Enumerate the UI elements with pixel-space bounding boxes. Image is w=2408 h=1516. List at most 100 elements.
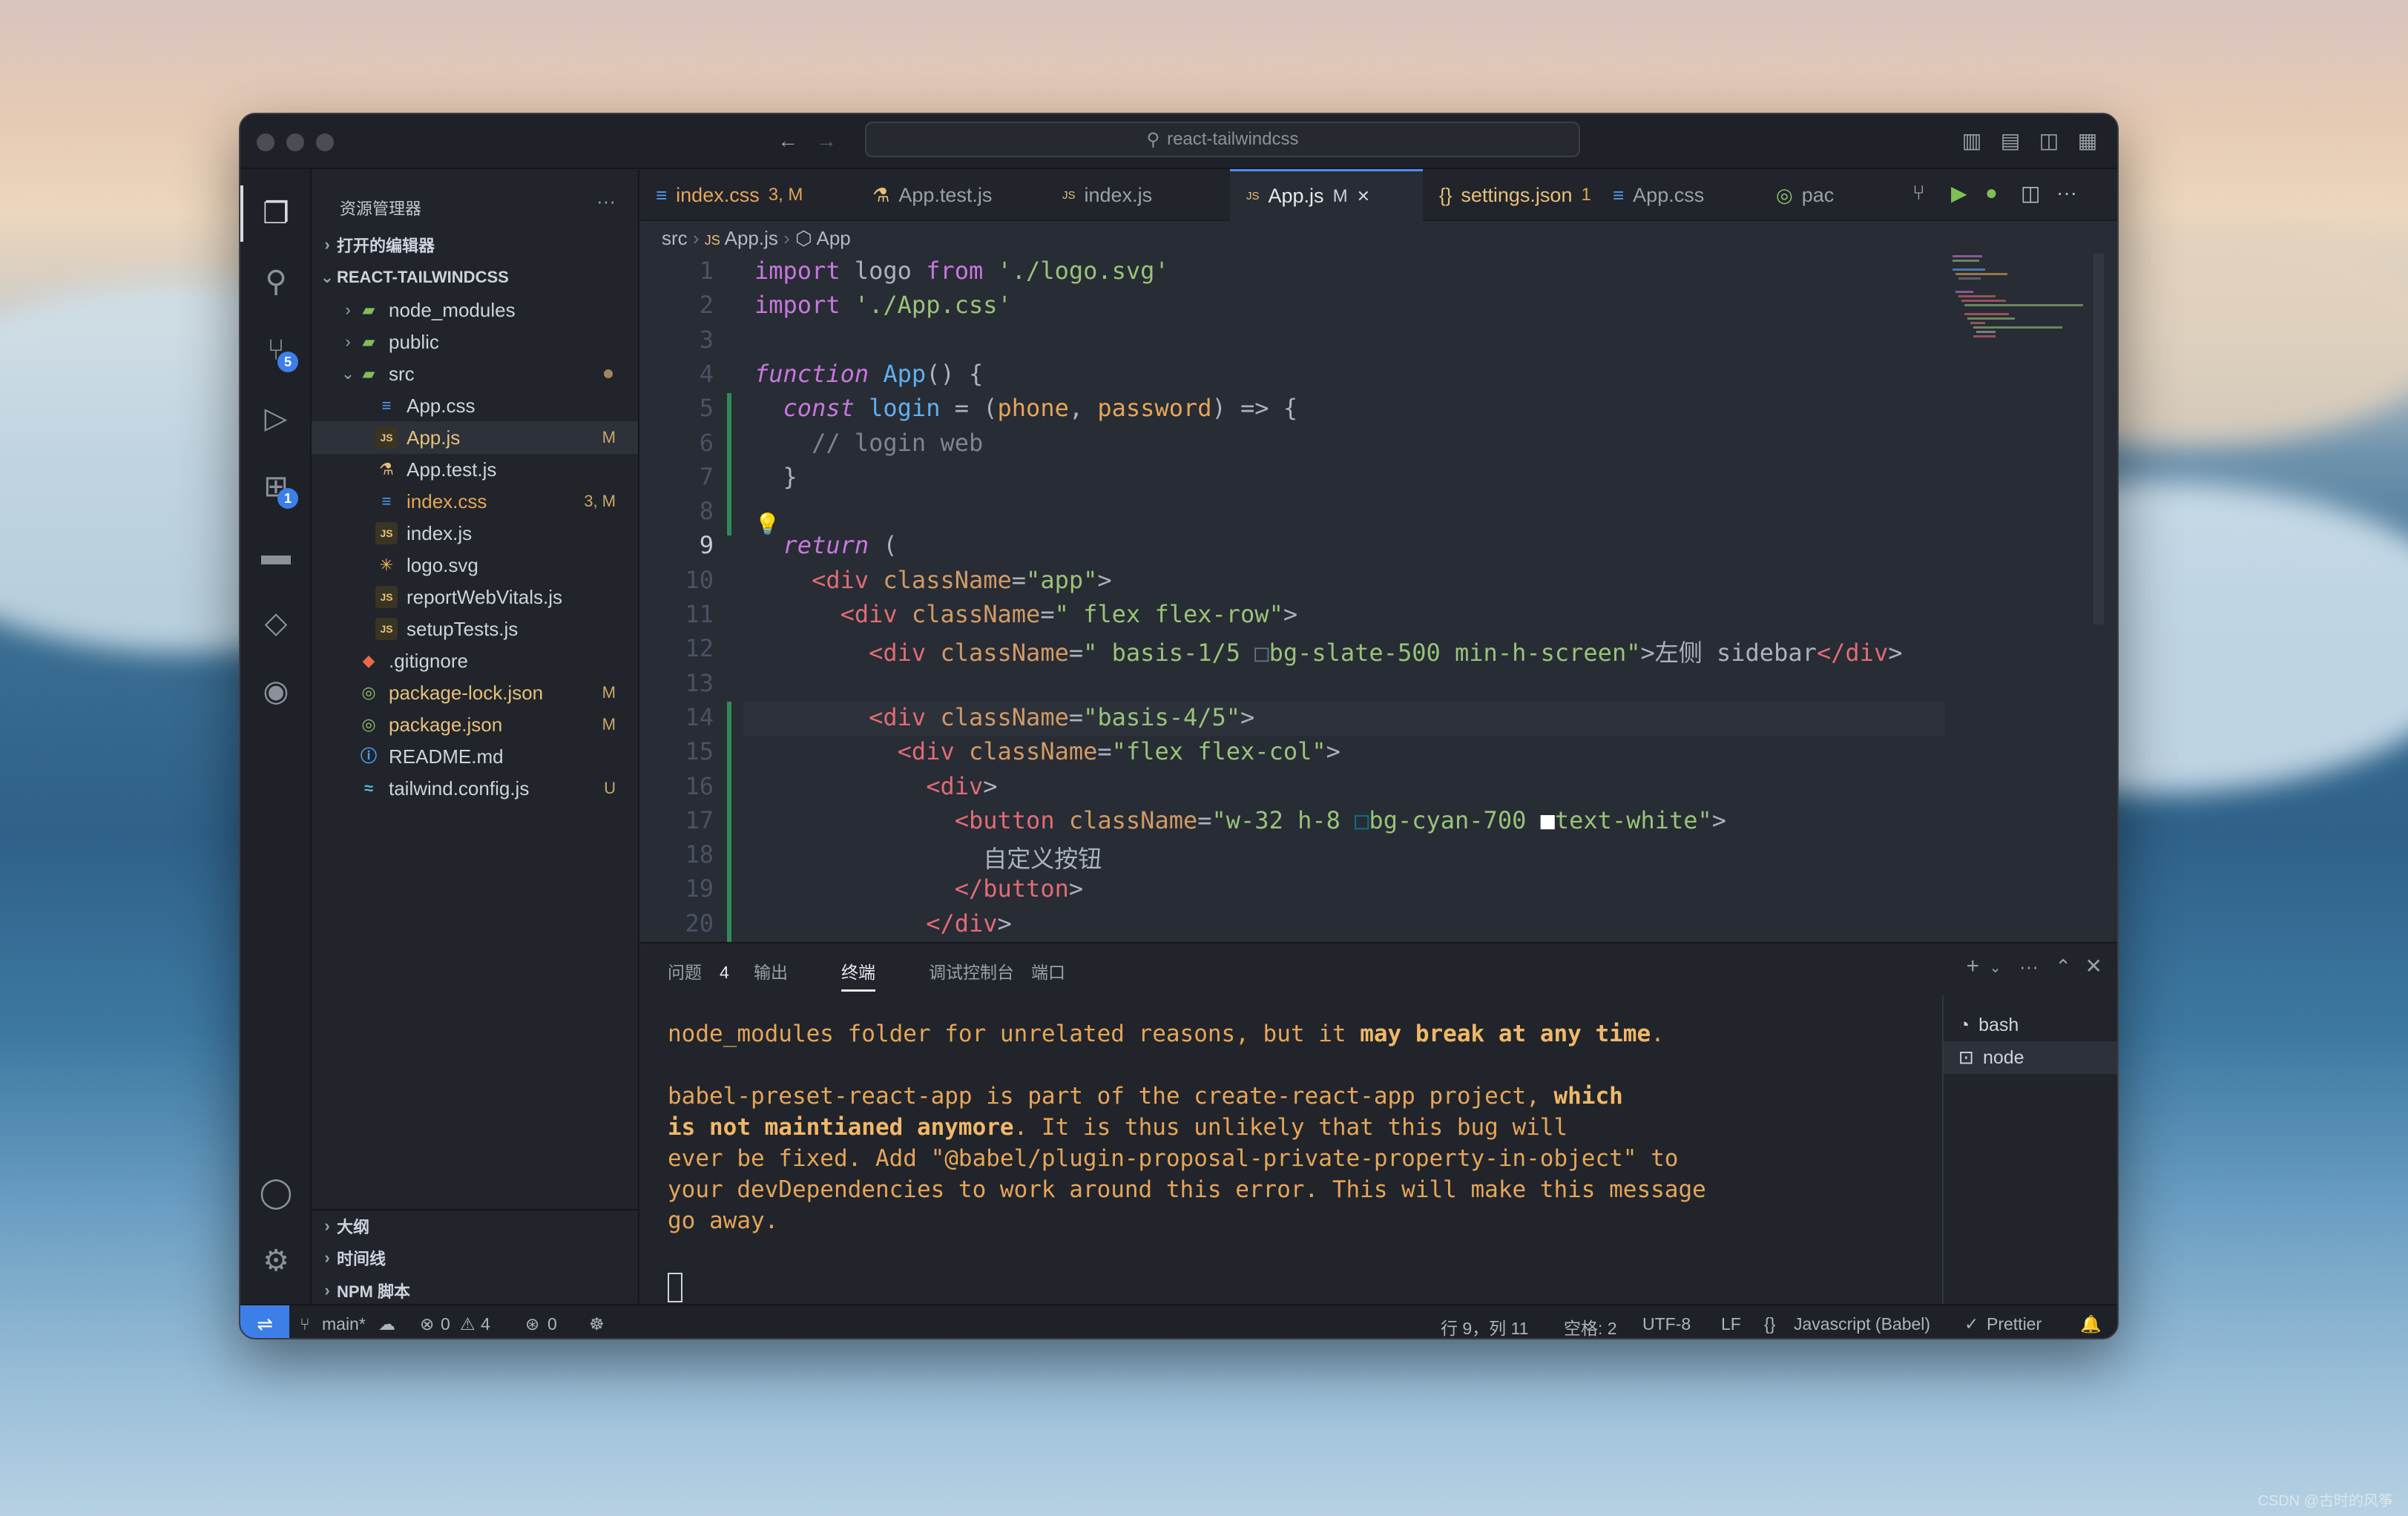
account-icon[interactable]: ◯ bbox=[257, 1173, 295, 1212]
file-tree-item-label: tailwind.config.js bbox=[389, 777, 530, 800]
project-section[interactable]: ⌄ REACT-TAILWINDCSS bbox=[312, 261, 638, 294]
minimap[interactable] bbox=[1953, 254, 2090, 350]
language-mode[interactable]: Javascript (Babel) bbox=[1794, 1314, 1930, 1334]
indentation[interactable]: 空格: 2 bbox=[1564, 1314, 1617, 1338]
editor-tab[interactable]: ≡ App.css bbox=[1596, 169, 1760, 221]
back-arrow-icon[interactable]: ← bbox=[776, 129, 800, 153]
copilot-icon[interactable]: ◉ bbox=[257, 672, 295, 711]
file-tree-item[interactable]: JS App.js M bbox=[312, 421, 638, 454]
copilot-status-icon[interactable]: ☸ bbox=[589, 1314, 605, 1334]
run-icon[interactable]: ▶ bbox=[1951, 181, 1967, 205]
maximize-window-button[interactable] bbox=[316, 134, 334, 151]
editor-tab[interactable]: ⚗ App.test.js bbox=[856, 169, 1046, 221]
remote-indicator-icon[interactable]: ⇌ bbox=[240, 1305, 289, 1338]
breadcrumb-symbol[interactable]: App bbox=[817, 227, 851, 249]
file-tree-item[interactable]: ⚗ App.test.js bbox=[312, 453, 638, 486]
minimize-window-button[interactable] bbox=[286, 134, 304, 151]
panel-tab[interactable]: 终端 bbox=[841, 958, 875, 992]
run-debug-icon[interactable]: ▷ bbox=[257, 399, 295, 438]
file-tree-item[interactable]: ≈ tailwind.config.js U bbox=[312, 772, 638, 805]
code-token: className bbox=[954, 737, 1098, 766]
git-status-badge: 3, M bbox=[584, 492, 616, 510]
file-tree-item[interactable]: ◎ package.json M bbox=[312, 708, 638, 741]
line-number: 20 bbox=[685, 909, 714, 937]
more-actions-icon[interactable]: ··· bbox=[596, 190, 616, 213]
breadcrumb-folder[interactable]: src bbox=[662, 227, 688, 249]
file-tree-item[interactable]: JS setupTests.js bbox=[312, 613, 638, 645]
toggle-sidebar-icon[interactable]: ▥ bbox=[1960, 129, 1984, 153]
close-window-button[interactable] bbox=[257, 134, 274, 151]
source-control-icon[interactable]: ⑂ 5 bbox=[257, 331, 298, 372]
terminal-text: . It is thus unlikely that this bug will bbox=[1013, 1114, 1568, 1141]
forward-arrow-icon[interactable]: → bbox=[815, 129, 838, 153]
panel-tab[interactable]: 调试控制台 bbox=[929, 958, 1014, 983]
docker-icon[interactable]: ▬ bbox=[257, 535, 295, 574]
file-tree-item[interactable]: JS reportWebVitals.js bbox=[312, 581, 638, 613]
toggle-secondary-sidebar-icon[interactable]: ◫ bbox=[2037, 129, 2061, 153]
new-terminal-icon[interactable]: + bbox=[1966, 954, 1979, 979]
file-tree-item[interactable]: › ▰ node_modules bbox=[312, 294, 638, 326]
file-tree-item[interactable]: ≡ index.css 3, M bbox=[312, 485, 638, 518]
sync-icon[interactable]: ☁ bbox=[378, 1314, 395, 1334]
code-token: □ bbox=[1355, 805, 1369, 834]
ports-count[interactable]: 0 bbox=[547, 1314, 557, 1334]
maximize-panel-icon[interactable]: ⌃ bbox=[2055, 955, 2071, 978]
panel-tab[interactable]: 问题 4 bbox=[668, 958, 729, 983]
more-actions-icon[interactable]: ··· bbox=[2019, 955, 2039, 978]
file-tree-item[interactable]: ◆ .gitignore bbox=[312, 645, 638, 677]
terminal-item-bash[interactable]: ◔ bash bbox=[1944, 1009, 2117, 1041]
editor-tab[interactable]: ◎ pac bbox=[1760, 169, 1878, 221]
terminal-output[interactable]: node_modules folder for unrelated reason… bbox=[668, 1018, 1973, 1236]
breadcrumb-file[interactable]: App.js bbox=[725, 227, 778, 249]
file-tree-item[interactable]: JS index.js bbox=[312, 517, 638, 550]
more-actions-icon[interactable]: ··· bbox=[2056, 181, 2077, 205]
debug-icon[interactable]: ● bbox=[1985, 181, 1998, 205]
panel-tab[interactable]: 输出 bbox=[754, 958, 788, 983]
settings-gear-icon[interactable]: ⚙ bbox=[257, 1242, 295, 1280]
editor-tab[interactable]: ≡ index.css 3, M bbox=[639, 169, 856, 221]
toggle-panel-icon[interactable]: ▤ bbox=[1999, 129, 2022, 153]
explorer-icon[interactable]: ❐ bbox=[257, 194, 295, 233]
file-tree-item[interactable]: ⌄ ▰ src bbox=[312, 357, 638, 390]
panel-tab-label: 端口 bbox=[1031, 963, 1065, 982]
close-panel-icon[interactable]: ✕ bbox=[2085, 954, 2102, 978]
code-editor[interactable]: 💡 1 import logo from './logo.svg' 2 import … bbox=[639, 254, 1945, 942]
chevron-down-icon[interactable]: ⌄ bbox=[1989, 958, 2001, 977]
file-tree-item[interactable]: ◎ package-lock.json M bbox=[312, 676, 638, 709]
file-tree-item[interactable]: ≡ App.css bbox=[312, 389, 638, 422]
cursor-position[interactable]: 行 9，列 11 bbox=[1441, 1314, 1528, 1338]
git-status-badge: M bbox=[602, 683, 616, 702]
file-tree-item[interactable]: › ▰ public bbox=[312, 326, 638, 358]
search-icon[interactable]: ⚲ bbox=[257, 263, 295, 301]
panel-tab[interactable]: 端口 bbox=[1031, 958, 1065, 983]
timeline-section[interactable]: › 时间线 bbox=[312, 1242, 638, 1274]
formatter[interactable]: Prettier bbox=[1987, 1314, 2042, 1334]
split-editor-icon[interactable]: ◫ bbox=[2021, 181, 2040, 205]
js-icon: JS bbox=[375, 426, 398, 449]
editor-tab[interactable]: JS App.js M ✕ bbox=[1230, 169, 1423, 221]
line-number: 11 bbox=[685, 600, 714, 628]
compare-icon[interactable]: ⑂ bbox=[1912, 181, 1925, 205]
error-count[interactable]: 0 bbox=[441, 1314, 450, 1334]
editor-tab[interactable]: {} settings.json 1 bbox=[1423, 169, 1596, 221]
open-editors-section[interactable]: › 打开的编辑器 bbox=[312, 228, 638, 261]
customize-layout-icon[interactable]: ▦ bbox=[2076, 129, 2099, 153]
warning-count[interactable]: 4 bbox=[481, 1314, 490, 1334]
encoding[interactable]: UTF-8 bbox=[1642, 1314, 1691, 1334]
branch-name[interactable]: main* bbox=[322, 1314, 366, 1334]
line-ending[interactable]: LF bbox=[1721, 1314, 1741, 1334]
notifications-bell-icon[interactable]: 🔔 bbox=[2080, 1314, 2102, 1334]
extensions-icon[interactable]: ⊞ 1 bbox=[257, 467, 298, 509]
npm-scripts-section[interactable]: › NPM 脚本 bbox=[312, 1274, 638, 1307]
code-token: App bbox=[869, 359, 927, 388]
outline-section[interactable]: › 大纲 bbox=[312, 1209, 638, 1242]
command-center-search[interactable]: ⚲ react-tailwindcss bbox=[865, 122, 1580, 157]
check-icon: ✓ bbox=[1964, 1314, 1979, 1334]
editor-tab[interactable]: JS index.js bbox=[1046, 169, 1230, 221]
editor-scrollbar[interactable] bbox=[2093, 254, 2104, 624]
close-tab-icon[interactable]: ✕ bbox=[1357, 187, 1370, 206]
gitlab-icon[interactable]: ◇ bbox=[257, 604, 295, 642]
terminal-item-node[interactable]: ⊡ node bbox=[1944, 1041, 2117, 1074]
file-tree-item[interactable]: ✳ logo.svg bbox=[312, 549, 638, 581]
file-tree-item[interactable]: ⓘ README.md bbox=[312, 740, 638, 773]
